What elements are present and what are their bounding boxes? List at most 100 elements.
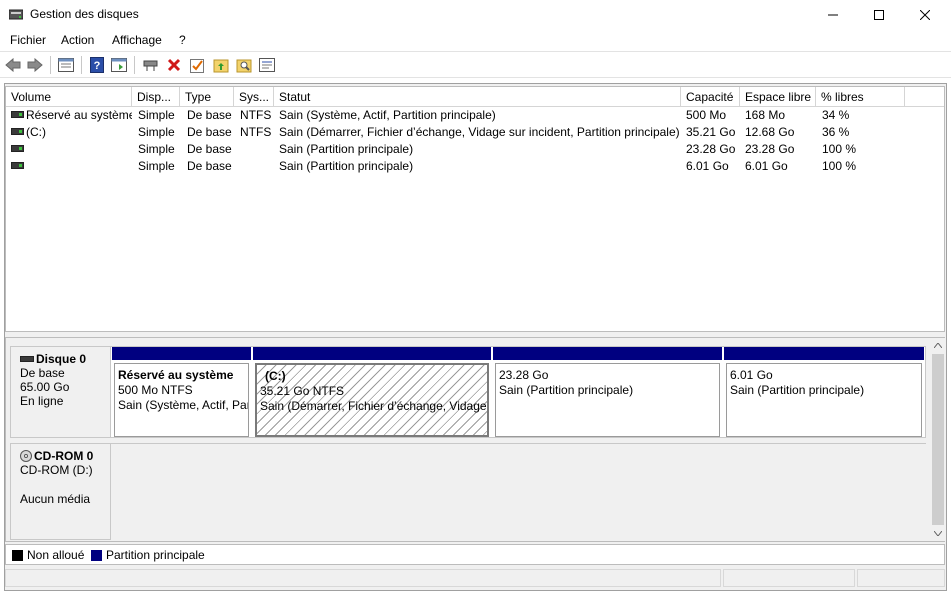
partition-type-bar	[724, 347, 924, 360]
partition-c-drive[interactable]: (C:) 35.21 Go NTFS Sain (Démarrer, Fichi…	[253, 347, 491, 437]
cell-percent-free: 100 %	[822, 142, 857, 156]
legend-unallocated-swatch	[12, 550, 23, 561]
column-capacity[interactable]: Capacité	[681, 87, 740, 107]
disk-state: Aucun média	[20, 492, 91, 506]
partition-name: Réservé au système	[118, 368, 234, 382]
disk-view: Disque 0 De base 65.00 Go En ligne Réser…	[5, 337, 946, 542]
disk-management-app-icon	[9, 9, 23, 20]
volume-list: Volume Disp... Type Sys... Statut Capaci…	[5, 86, 945, 332]
disk-0-partitions: Réservé au système 500 Mo NTFS Sain (Sys…	[110, 346, 926, 438]
cell-free-space: 168 Mo	[745, 108, 786, 122]
close-button[interactable]	[902, 0, 948, 30]
search-folder-icon[interactable]	[235, 56, 253, 74]
menu-help[interactable]: ?	[179, 33, 186, 47]
scroll-up-icon[interactable]	[934, 343, 942, 348]
properties-icon[interactable]	[258, 56, 276, 74]
table-row[interactable]: Réservé au système Simple De base NTFS S…	[6, 107, 944, 124]
column-layout[interactable]: Disp...	[132, 87, 180, 107]
minimize-button[interactable]	[810, 0, 856, 30]
cd-rom-icon	[20, 450, 32, 462]
menu-fichier[interactable]: Fichier	[10, 33, 46, 47]
help-icon[interactable]: ?	[88, 56, 106, 74]
legend: Non alloué Partition principale	[5, 544, 945, 565]
partition-status: Sain (Système, Actif, Par	[118, 398, 249, 412]
cell-status: Sain (Partition principale)	[279, 159, 414, 173]
cell-type: De base	[187, 142, 232, 156]
partition-size: 35.21 Go NTFS	[260, 384, 345, 398]
cell-free-space: 23.28 Go	[745, 142, 795, 156]
column-filler	[905, 87, 944, 107]
hard-disk-icon	[20, 356, 34, 362]
column-volume[interactable]: Volume	[6, 87, 132, 107]
partition-4[interactable]: 6.01 Go Sain (Partition principale)	[724, 347, 924, 437]
disk-state: En ligne	[20, 394, 64, 408]
table-row[interactable]: Simple De base Sain (Partition principal…	[6, 141, 944, 158]
connect-disk-icon[interactable]	[142, 56, 160, 74]
partition-3[interactable]: 23.28 Go Sain (Partition principale)	[493, 347, 722, 437]
cell-percent-free: 34 %	[822, 108, 850, 122]
cdrom-0-media-area	[110, 443, 926, 540]
delete-icon[interactable]	[165, 56, 183, 74]
toolbar-separator	[81, 56, 82, 74]
window-title: Gestion des disques	[30, 7, 139, 21]
scroll-down-icon[interactable]	[934, 531, 942, 536]
toolbar-separator	[134, 56, 135, 74]
partition-type-bar	[493, 347, 722, 360]
title-bar: Gestion des disques	[0, 0, 951, 30]
cell-capacity: 6.01 Go	[686, 159, 729, 173]
cell-free-space: 12.68 Go	[745, 125, 795, 139]
column-type[interactable]: Type	[180, 87, 234, 107]
partition-system-reserved[interactable]: Réservé au système 500 Mo NTFS Sain (Sys…	[112, 347, 251, 437]
cell-filesystem: NTFS	[240, 125, 272, 139]
cell-capacity: 23.28 Go	[686, 142, 736, 156]
legend-primary-swatch	[91, 550, 102, 561]
partition-type-bar	[253, 347, 491, 360]
column-free-space[interactable]: Espace libre	[740, 87, 816, 107]
cell-status: Sain (Système, Actif, Partition principa…	[279, 108, 496, 122]
partition-status: Sain (Partition principale)	[730, 383, 865, 397]
disk-name: CD-ROM 0	[34, 449, 94, 463]
partition-size: 23.28 Go	[499, 368, 549, 382]
status-segment	[5, 569, 721, 587]
cell-layout: Simple	[138, 142, 175, 156]
disk-type: De base	[20, 366, 65, 380]
svg-text:?: ?	[94, 60, 101, 72]
column-status[interactable]: Statut	[274, 87, 681, 107]
back-arrow-icon[interactable]	[4, 56, 22, 74]
volume-icon	[11, 145, 24, 152]
cell-percent-free: 100 %	[822, 159, 857, 173]
disk-view-scrollbar[interactable]	[930, 338, 946, 541]
legend-primary-label: Partition principale	[106, 548, 205, 562]
volume-icon	[11, 162, 24, 169]
menu-affichage[interactable]: Affichage	[112, 33, 162, 47]
forward-arrow-icon[interactable]	[26, 56, 44, 74]
table-row[interactable]: Simple De base Sain (Partition principal…	[6, 158, 944, 175]
cell-type: De base	[187, 125, 232, 139]
cell-status: Sain (Démarrer, Fichier d’échange, Vidag…	[279, 125, 680, 139]
maximize-button[interactable]	[856, 0, 902, 30]
toolbar: ?	[0, 51, 951, 78]
partition-size: 500 Mo NTFS	[118, 383, 193, 397]
cdrom-0-label[interactable]: CD-ROM 0 CD-ROM (D:) Aucun média	[10, 443, 111, 540]
up-folder-icon[interactable]	[212, 56, 230, 74]
cell-status: Sain (Partition principale)	[279, 142, 414, 156]
cell-free-space: 6.01 Go	[745, 159, 788, 173]
disk-type: CD-ROM (D:)	[20, 463, 93, 477]
column-filesystem[interactable]: Sys...	[234, 87, 274, 107]
cell-volume: (C:)	[26, 125, 46, 139]
cell-capacity: 35.21 Go	[686, 125, 736, 139]
cell-volume: Réservé au système	[26, 108, 132, 122]
disk-0-label[interactable]: Disque 0 De base 65.00 Go En ligne	[10, 346, 111, 438]
cell-capacity: 500 Mo	[686, 108, 727, 122]
table-row[interactable]: (C:) Simple De base NTFS Sain (Démarrer,…	[6, 124, 944, 141]
column-percent-free[interactable]: % libres	[816, 87, 905, 107]
menu-action[interactable]: Action	[61, 33, 94, 47]
check-icon[interactable]	[188, 56, 206, 74]
cell-layout: Simple	[138, 108, 175, 122]
action-pane-icon[interactable]	[110, 56, 128, 74]
properties-view-icon[interactable]	[57, 56, 75, 74]
scrollbar-thumb[interactable]	[932, 354, 944, 525]
partition-status: Sain (Partition principale)	[499, 383, 634, 397]
status-segment	[723, 569, 855, 587]
toolbar-separator	[50, 56, 51, 74]
